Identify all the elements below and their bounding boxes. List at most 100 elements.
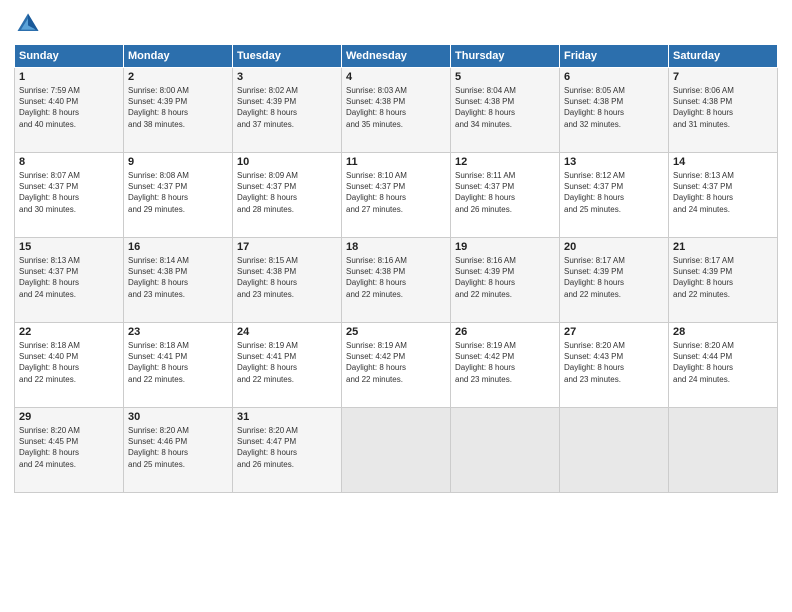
day-detail: Sunrise: 8:00 AM Sunset: 4:39 PM Dayligh… [128, 85, 228, 130]
week-row-5: 29Sunrise: 8:20 AM Sunset: 4:45 PM Dayli… [15, 408, 778, 493]
day-number: 22 [19, 326, 119, 338]
calendar-header: SundayMondayTuesdayWednesdayThursdayFrid… [15, 45, 778, 68]
day-number: 12 [455, 156, 555, 168]
day-cell: 27 Sunrise: 8:20 AM Sunset: 4:43 PM Dayli… [560, 323, 669, 408]
day-number: 15 [19, 241, 119, 253]
day-cell: 23 Sunrise: 8:18 AM Sunset: 4:41 PM Dayli… [124, 323, 233, 408]
day-detail: Sunrise: 8:20 AM Sunset: 4:46 PM Dayligh… [128, 425, 228, 470]
header-cell-sunday: Sunday [15, 45, 124, 68]
day-number: 20 [564, 241, 664, 253]
day-number: 4 [346, 71, 446, 83]
day-number: 9 [128, 156, 228, 168]
day-cell: 11Sunrise: 8:10 AM Sunset: 4:37 PM Dayli… [342, 153, 451, 238]
day-cell: 1 Sunrise: 7:59 AM Sunset: 4:40 PM Daylig… [15, 68, 124, 153]
day-detail: Sunrise: 8:20 AM Sunset: 4:43 PM Dayligh… [564, 340, 664, 385]
calendar-body: 1 Sunrise: 7:59 AM Sunset: 4:40 PM Daylig… [15, 68, 778, 493]
day-detail: Sunrise: 8:03 AM Sunset: 4:38 PM Dayligh… [346, 85, 446, 130]
day-cell: 16 Sunrise: 8:14 AM Sunset: 4:38 PM Dayli… [124, 238, 233, 323]
day-detail: Sunrise: 8:15 AM Sunset: 4:38 PM Dayligh… [237, 255, 337, 300]
day-detail: Sunrise: 8:18 AM Sunset: 4:41 PM Dayligh… [128, 340, 228, 385]
day-detail: Sunrise: 8:16 AM Sunset: 4:39 PM Dayligh… [455, 255, 555, 300]
header-cell-wednesday: Wednesday [342, 45, 451, 68]
day-cell [560, 408, 669, 493]
day-cell: 8 Sunrise: 8:07 AM Sunset: 4:37 PM Daylig… [15, 153, 124, 238]
day-detail: Sunrise: 8:20 AM Sunset: 4:47 PM Dayligh… [237, 425, 337, 470]
day-detail: Sunrise: 8:16 AM Sunset: 4:38 PM Dayligh… [346, 255, 446, 300]
day-cell [342, 408, 451, 493]
header-cell-friday: Friday [560, 45, 669, 68]
header-cell-saturday: Saturday [669, 45, 778, 68]
day-number: 13 [564, 156, 664, 168]
day-cell [669, 408, 778, 493]
day-detail: Sunrise: 7:59 AM Sunset: 4:40 PM Dayligh… [19, 85, 119, 130]
day-number: 7 [673, 71, 773, 83]
day-detail: Sunrise: 8:06 AM Sunset: 4:38 PM Dayligh… [673, 85, 773, 130]
header [14, 10, 778, 38]
day-cell: 21 Sunrise: 8:17 AM Sunset: 4:39 PM Dayli… [669, 238, 778, 323]
day-cell: 17 Sunrise: 8:15 AM Sunset: 4:38 PM Dayli… [233, 238, 342, 323]
day-detail: Sunrise: 8:07 AM Sunset: 4:37 PM Dayligh… [19, 170, 119, 215]
day-number: 1 [19, 71, 119, 83]
day-detail: Sunrise: 8:18 AM Sunset: 4:40 PM Dayligh… [19, 340, 119, 385]
day-detail: Sunrise: 8:09 AM Sunset: 4:37 PM Dayligh… [237, 170, 337, 215]
day-detail: Sunrise: 8:10 AM Sunset: 4:37 PM Dayligh… [346, 170, 446, 215]
day-cell: 14 Sunrise: 8:13 AM Sunset: 4:37 PM Dayli… [669, 153, 778, 238]
page: SundayMondayTuesdayWednesdayThursdayFrid… [0, 0, 792, 612]
day-number: 16 [128, 241, 228, 253]
logo [14, 10, 46, 38]
day-detail: Sunrise: 8:17 AM Sunset: 4:39 PM Dayligh… [564, 255, 664, 300]
day-number: 6 [564, 71, 664, 83]
header-row: SundayMondayTuesdayWednesdayThursdayFrid… [15, 45, 778, 68]
day-number: 18 [346, 241, 446, 253]
day-number: 30 [128, 411, 228, 423]
day-cell: 19Sunrise: 8:16 AM Sunset: 4:39 PM Dayli… [451, 238, 560, 323]
day-cell: 31 Sunrise: 8:20 AM Sunset: 4:47 PM Dayli… [233, 408, 342, 493]
day-cell: 18 Sunrise: 8:16 AM Sunset: 4:38 PM Dayli… [342, 238, 451, 323]
day-cell [451, 408, 560, 493]
week-row-1: 1 Sunrise: 7:59 AM Sunset: 4:40 PM Daylig… [15, 68, 778, 153]
day-detail: Sunrise: 8:14 AM Sunset: 4:38 PM Dayligh… [128, 255, 228, 300]
day-number: 21 [673, 241, 773, 253]
day-cell: 3 Sunrise: 8:02 AM Sunset: 4:39 PM Daylig… [233, 68, 342, 153]
day-detail: Sunrise: 8:12 AM Sunset: 4:37 PM Dayligh… [564, 170, 664, 215]
day-number: 2 [128, 71, 228, 83]
day-detail: Sunrise: 8:02 AM Sunset: 4:39 PM Dayligh… [237, 85, 337, 130]
day-detail: Sunrise: 8:13 AM Sunset: 4:37 PM Dayligh… [673, 170, 773, 215]
day-detail: Sunrise: 8:08 AM Sunset: 4:37 PM Dayligh… [128, 170, 228, 215]
day-cell: 2 Sunrise: 8:00 AM Sunset: 4:39 PM Daylig… [124, 68, 233, 153]
day-number: 14 [673, 156, 773, 168]
day-detail: Sunrise: 8:05 AM Sunset: 4:38 PM Dayligh… [564, 85, 664, 130]
day-number: 23 [128, 326, 228, 338]
day-cell: 29Sunrise: 8:20 AM Sunset: 4:45 PM Dayli… [15, 408, 124, 493]
day-number: 27 [564, 326, 664, 338]
day-cell: 24Sunrise: 8:19 AM Sunset: 4:41 PM Dayli… [233, 323, 342, 408]
day-cell: 20 Sunrise: 8:17 AM Sunset: 4:39 PM Dayli… [560, 238, 669, 323]
day-detail: Sunrise: 8:17 AM Sunset: 4:39 PM Dayligh… [673, 255, 773, 300]
day-detail: Sunrise: 8:20 AM Sunset: 4:45 PM Dayligh… [19, 425, 119, 470]
day-cell: 12Sunrise: 8:11 AM Sunset: 4:37 PM Dayli… [451, 153, 560, 238]
day-cell: 5Sunrise: 8:04 AM Sunset: 4:38 PM Daylig… [451, 68, 560, 153]
day-cell: 28Sunrise: 8:20 AM Sunset: 4:44 PM Dayli… [669, 323, 778, 408]
day-cell: 10 Sunrise: 8:09 AM Sunset: 4:37 PM Dayli… [233, 153, 342, 238]
day-number: 8 [19, 156, 119, 168]
day-cell: 30 Sunrise: 8:20 AM Sunset: 4:46 PM Dayli… [124, 408, 233, 493]
day-number: 3 [237, 71, 337, 83]
header-cell-tuesday: Tuesday [233, 45, 342, 68]
day-number: 10 [237, 156, 337, 168]
day-cell: 25 Sunrise: 8:19 AM Sunset: 4:42 PM Dayli… [342, 323, 451, 408]
day-number: 26 [455, 326, 555, 338]
header-cell-monday: Monday [124, 45, 233, 68]
day-number: 5 [455, 71, 555, 83]
header-cell-thursday: Thursday [451, 45, 560, 68]
week-row-2: 8 Sunrise: 8:07 AM Sunset: 4:37 PM Daylig… [15, 153, 778, 238]
day-cell: 15 Sunrise: 8:13 AM Sunset: 4:37 PM Dayli… [15, 238, 124, 323]
day-cell: 6 Sunrise: 8:05 AM Sunset: 4:38 PM Daylig… [560, 68, 669, 153]
calendar-table: SundayMondayTuesdayWednesdayThursdayFrid… [14, 44, 778, 493]
day-number: 25 [346, 326, 446, 338]
day-detail: Sunrise: 8:20 AM Sunset: 4:44 PM Dayligh… [673, 340, 773, 385]
day-number: 31 [237, 411, 337, 423]
day-detail: Sunrise: 8:19 AM Sunset: 4:42 PM Dayligh… [346, 340, 446, 385]
day-number: 17 [237, 241, 337, 253]
day-cell: 4 Sunrise: 8:03 AM Sunset: 4:38 PM Daylig… [342, 68, 451, 153]
day-detail: Sunrise: 8:13 AM Sunset: 4:37 PM Dayligh… [19, 255, 119, 300]
